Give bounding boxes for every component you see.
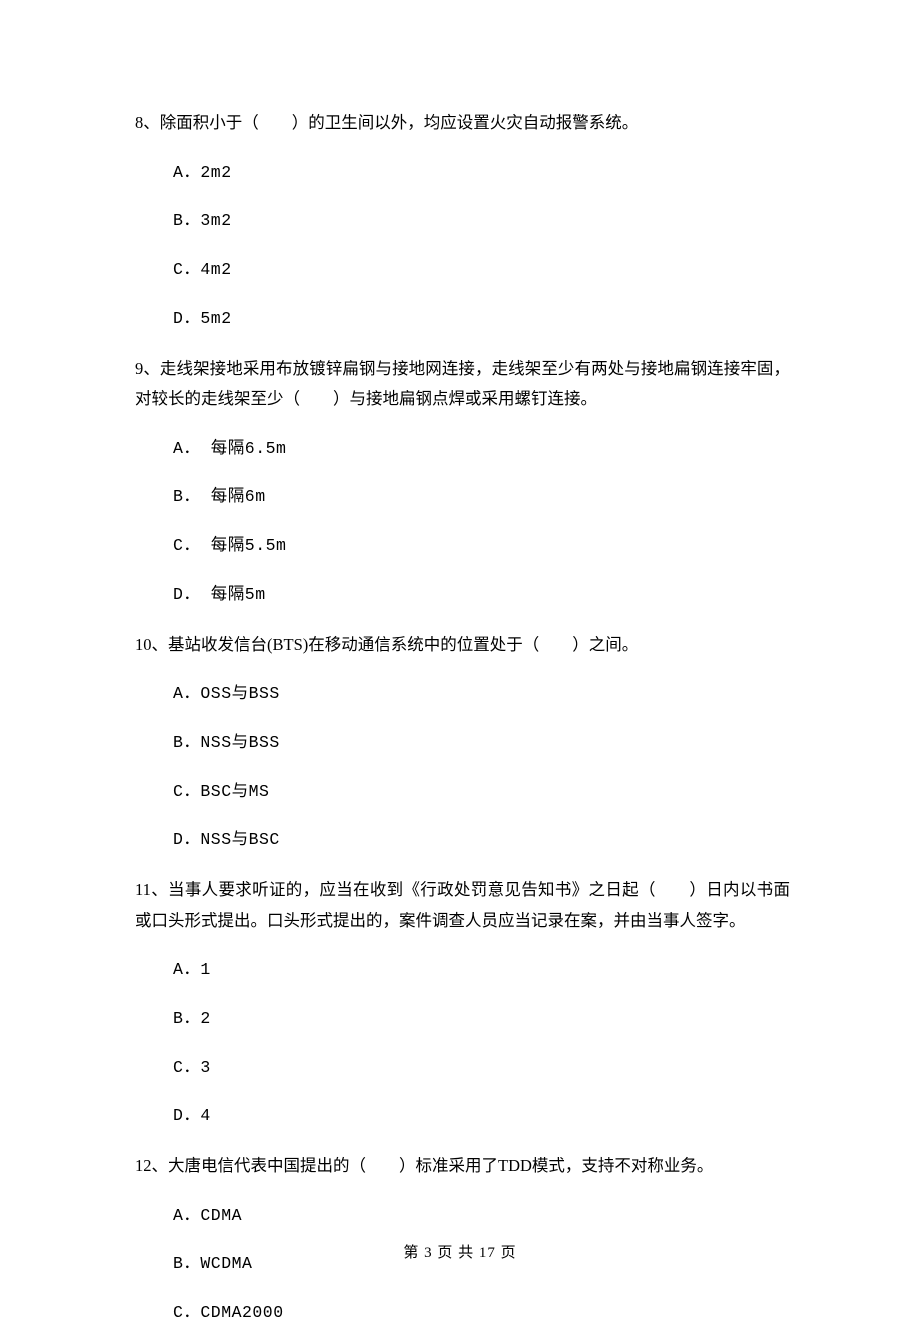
question-text: 10、基站收发信台(BTS)在移动通信系统中的位置处于（ ）之间。 — [135, 630, 790, 661]
option-b: B．3m2 — [173, 209, 790, 234]
question-body: 大唐电信代表中国提出的（ ）标准采用了TDD模式，支持不对称业务。 — [168, 1156, 713, 1175]
options-list: A．2m2 B．3m2 C．4m2 D．5m2 — [135, 161, 790, 332]
option-b: B．2 — [173, 1007, 790, 1032]
option-d: D．NSS与BSC — [173, 828, 790, 853]
question-text: 8、除面积小于（ ）的卫生间以外，均应设置火灾自动报警系统。 — [135, 108, 790, 139]
option-d: D．5m2 — [173, 307, 790, 332]
question-number: 12、 — [135, 1156, 168, 1175]
question-number: 11、 — [135, 880, 168, 899]
options-list: A．CDMA B．WCDMA C．CDMA2000 — [135, 1204, 790, 1326]
question-number: 8、 — [135, 113, 160, 132]
question-body: 当事人要求听证的，应当在收到《行政处罚意见告知书》之日起（ ）日内以书面或口头形… — [135, 880, 790, 930]
option-c: C．CDMA2000 — [173, 1301, 790, 1326]
page-footer: 第 3 页 共 17 页 — [0, 1242, 920, 1265]
question-8: 8、除面积小于（ ）的卫生间以外，均应设置火灾自动报警系统。 A．2m2 B．3… — [135, 108, 790, 332]
question-number: 10、 — [135, 635, 168, 654]
question-body: 基站收发信台(BTS)在移动通信系统中的位置处于（ ）之间。 — [168, 635, 638, 654]
question-12: 12、大唐电信代表中国提出的（ ）标准采用了TDD模式，支持不对称业务。 A．C… — [135, 1151, 790, 1326]
options-list: A．1 B．2 C．3 D．4 — [135, 958, 790, 1129]
options-list: A． 每隔6.5m B． 每隔6m C． 每隔5.5m D． 每隔5m — [135, 437, 790, 608]
option-a: A．CDMA — [173, 1204, 790, 1229]
question-text: 11、当事人要求听证的，应当在收到《行政处罚意见告知书》之日起（ ）日内以书面或… — [135, 875, 790, 936]
option-c: C．4m2 — [173, 258, 790, 283]
question-text: 9、走线架接地采用布放镀锌扁钢与接地网连接，走线架至少有两处与接地扁钢连接牢固，… — [135, 354, 790, 415]
option-d: D． 每隔5m — [173, 583, 790, 608]
question-number: 9、 — [135, 359, 160, 378]
question-10: 10、基站收发信台(BTS)在移动通信系统中的位置处于（ ）之间。 A．OSS与… — [135, 630, 790, 854]
document-page: 8、除面积小于（ ）的卫生间以外，均应设置火灾自动报警系统。 A．2m2 B．3… — [0, 0, 920, 1302]
option-b: B．NSS与BSS — [173, 731, 790, 756]
question-text: 12、大唐电信代表中国提出的（ ）标准采用了TDD模式，支持不对称业务。 — [135, 1151, 790, 1182]
question-9: 9、走线架接地采用布放镀锌扁钢与接地网连接，走线架至少有两处与接地扁钢连接牢固，… — [135, 354, 790, 608]
question-body: 除面积小于（ ）的卫生间以外，均应设置火灾自动报警系统。 — [160, 113, 639, 132]
option-a: A． 每隔6.5m — [173, 437, 790, 462]
option-a: A．2m2 — [173, 161, 790, 186]
option-a: A．1 — [173, 958, 790, 983]
option-b: B． 每隔6m — [173, 485, 790, 510]
option-c: C．3 — [173, 1056, 790, 1081]
question-body: 走线架接地采用布放镀锌扁钢与接地网连接，走线架至少有两处与接地扁钢连接牢固，对较… — [135, 359, 790, 409]
option-a: A．OSS与BSS — [173, 682, 790, 707]
question-11: 11、当事人要求听证的，应当在收到《行政处罚意见告知书》之日起（ ）日内以书面或… — [135, 875, 790, 1129]
option-c: C．BSC与MS — [173, 780, 790, 805]
options-list: A．OSS与BSS B．NSS与BSS C．BSC与MS D．NSS与BSC — [135, 682, 790, 853]
option-c: C． 每隔5.5m — [173, 534, 790, 559]
option-d: D．4 — [173, 1104, 790, 1129]
